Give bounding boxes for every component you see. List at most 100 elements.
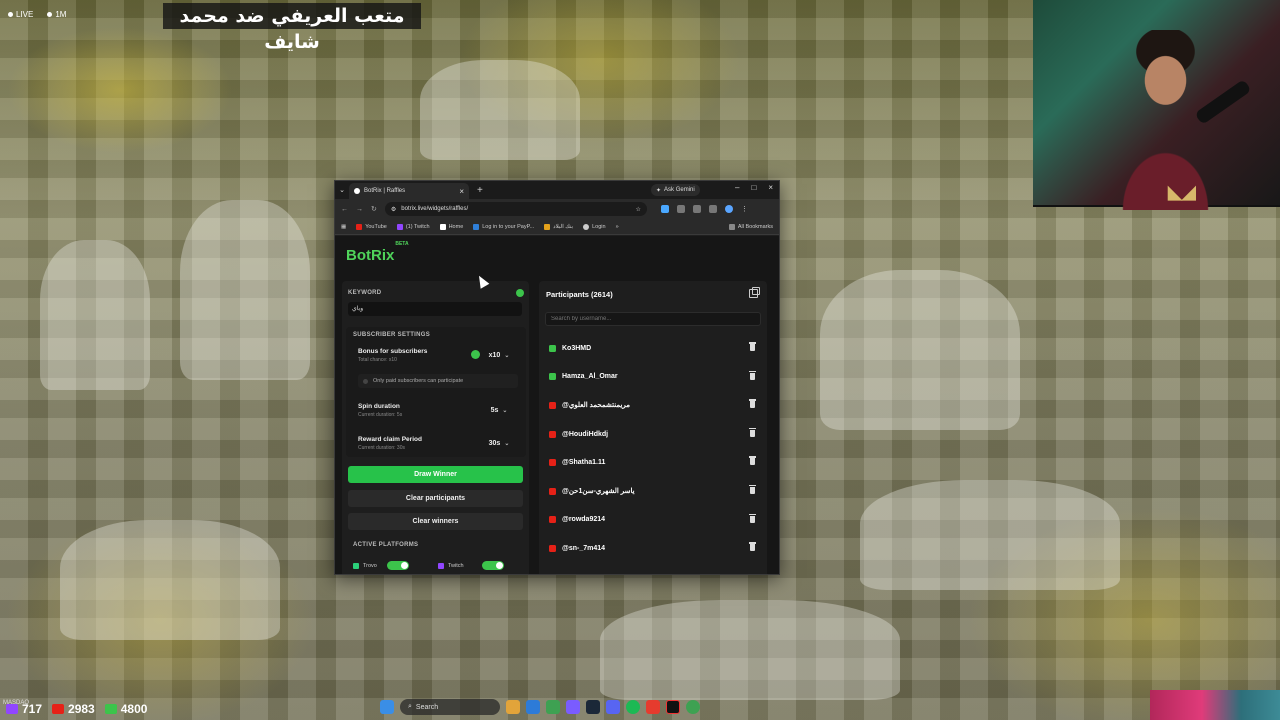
forward-icon[interactable]: → bbox=[356, 206, 363, 213]
participant-name: @HoudiHdkdj bbox=[562, 430, 609, 438]
close-tab-icon[interactable]: × bbox=[459, 187, 464, 196]
browser-tab[interactable]: BotRix | Raffles × bbox=[349, 183, 469, 199]
edge-icon[interactable] bbox=[526, 700, 540, 714]
steam-icon[interactable] bbox=[586, 700, 600, 714]
stat-value: 2983 bbox=[68, 702, 95, 716]
trash-icon[interactable] bbox=[749, 513, 756, 523]
chevron-down-icon: ⌄ bbox=[502, 407, 508, 414]
folder-icon bbox=[728, 223, 735, 230]
keyword-input[interactable]: وياي bbox=[348, 302, 522, 316]
twitch-toggle[interactable] bbox=[481, 561, 504, 570]
botrix-logo: BotRixBETA bbox=[346, 241, 409, 264]
participant-search-input[interactable] bbox=[545, 312, 761, 326]
profile-avatar[interactable] bbox=[724, 205, 733, 213]
twitch-icon bbox=[6, 704, 18, 714]
trash-icon[interactable] bbox=[749, 456, 756, 466]
stat-total: 717 bbox=[6, 702, 42, 716]
botrix-app: BotRixBETA KEYWORD وياي SUBSCRIBER SETTI… bbox=[335, 236, 779, 574]
bookmark-bank[interactable]: بنك البلاد bbox=[544, 223, 573, 230]
chevron-down-icon: ⌄ bbox=[504, 440, 510, 447]
participant-row[interactable]: Hamza_Al_Omar bbox=[545, 363, 761, 392]
participant-row[interactable]: Ko3HMD bbox=[545, 334, 761, 363]
spin-select[interactable]: 5s ⌄ bbox=[480, 403, 518, 417]
trash-icon[interactable] bbox=[749, 542, 756, 552]
paid-only-option[interactable]: Only paid subscribers can participate bbox=[358, 374, 518, 388]
file-explorer-icon[interactable] bbox=[506, 700, 520, 714]
discord-icon[interactable] bbox=[566, 700, 580, 714]
youtube-icon bbox=[356, 223, 363, 230]
trovo-toggle[interactable] bbox=[386, 561, 409, 570]
paypal-icon bbox=[473, 223, 480, 230]
trash-icon[interactable] bbox=[749, 342, 756, 351]
apps-icon[interactable]: ▦ bbox=[341, 224, 346, 230]
chrome-icon[interactable] bbox=[686, 700, 700, 714]
trash-icon[interactable] bbox=[749, 484, 756, 494]
minimize-icon[interactable]: – bbox=[735, 183, 739, 192]
participant-list: Ko3HMD Hamza_Al_Omar @مريمنتشمحمد العلوي @H… bbox=[545, 334, 761, 563]
ask-gemini-button[interactable]: ✦ Ask Gemini bbox=[651, 184, 700, 196]
bookmark-login[interactable]: Login bbox=[583, 223, 606, 230]
chevron-down-icon: ⌄ bbox=[504, 352, 510, 359]
sponsor-banner bbox=[1150, 690, 1280, 720]
menu-icon[interactable]: ⋮ bbox=[741, 205, 748, 213]
participant-name: @Shatha1.11 bbox=[562, 459, 606, 467]
close-window-icon[interactable]: × bbox=[768, 183, 773, 192]
address-bar[interactable]: ⚙ botrix.live/widgets/raffles/ ☆ bbox=[384, 202, 647, 216]
bookmark-home[interactable]: Home bbox=[439, 223, 463, 230]
bonus-select[interactable]: x10 ⌄ bbox=[480, 348, 518, 362]
beta-badge: BETA bbox=[395, 241, 409, 247]
site-info-icon[interactable]: ⚙ bbox=[391, 206, 396, 213]
maximize-icon[interactable]: □ bbox=[751, 183, 756, 192]
bookmark-paypal[interactable]: Log in to your PayP... bbox=[473, 223, 534, 230]
trash-icon[interactable] bbox=[749, 427, 756, 437]
participant-name: Ko3HMD bbox=[562, 344, 592, 352]
copy-icon[interactable] bbox=[749, 287, 760, 298]
app-icon[interactable] bbox=[646, 700, 660, 714]
spotify-icon[interactable] bbox=[626, 700, 640, 714]
clear-participants-button[interactable]: Clear participants bbox=[348, 490, 523, 507]
extension-icon[interactable] bbox=[692, 205, 701, 213]
tiktok-icon[interactable] bbox=[666, 700, 680, 714]
bookmark-youtube[interactable]: YouTube bbox=[356, 223, 387, 230]
raffle-settings-panel: KEYWORD وياي SUBSCRIBER SETTINGS Bonus f… bbox=[342, 281, 529, 574]
bookmark-star-icon[interactable]: ☆ bbox=[635, 206, 640, 213]
bookmark-twitch[interactable]: (1) Twitch bbox=[396, 223, 430, 230]
chrome-icon[interactable] bbox=[546, 700, 560, 714]
globe-icon bbox=[583, 223, 590, 230]
taskbar-search[interactable]: ⌕ Search bbox=[400, 699, 500, 715]
claim-select[interactable]: 30s ⌄ bbox=[480, 436, 518, 450]
taskbar: ⌕ Search bbox=[380, 696, 900, 718]
participant-row[interactable]: @rowda9214 bbox=[545, 506, 761, 535]
youtube-icon bbox=[549, 544, 556, 552]
twitch-icon bbox=[396, 223, 403, 230]
participant-row[interactable]: @Shatha1.11 bbox=[545, 448, 761, 477]
extension-icon[interactable] bbox=[708, 205, 717, 213]
viewer-count: 1M bbox=[55, 10, 67, 19]
back-icon[interactable]: ← bbox=[341, 206, 348, 213]
participant-name: @rowda9214 bbox=[562, 516, 606, 524]
windows-start-icon[interactable] bbox=[380, 700, 394, 714]
tab-list-icon[interactable]: ⌄ bbox=[335, 186, 349, 194]
taskbar-search-label: Search bbox=[415, 703, 439, 711]
extension-icon[interactable] bbox=[676, 205, 685, 213]
participant-row[interactable]: @sn-_7m414 bbox=[545, 534, 761, 563]
participant-row[interactable]: @HoudiHdkdj bbox=[545, 420, 761, 449]
all-bookmarks[interactable]: All Bookmarks bbox=[728, 223, 779, 230]
participant-row[interactable]: @ياسر الشهري-سن1حن bbox=[545, 477, 761, 506]
extension-icon[interactable] bbox=[660, 205, 669, 213]
brand-name: BotRix bbox=[346, 247, 395, 264]
more-bookmarks-icon[interactable]: » bbox=[616, 224, 619, 230]
trash-icon[interactable] bbox=[749, 370, 756, 380]
bonus-enabled-icon[interactable] bbox=[471, 350, 480, 359]
participant-row[interactable]: @مريمنتشمحمد العلوي bbox=[545, 391, 761, 420]
app-icon[interactable] bbox=[606, 700, 620, 714]
url-text: botrix.live/widgets/raffles/ bbox=[401, 206, 469, 212]
trash-icon[interactable] bbox=[749, 399, 756, 409]
new-tab-icon[interactable]: + bbox=[477, 185, 483, 196]
draw-winner-button[interactable]: Draw Winner bbox=[348, 466, 523, 483]
paid-only-label: Only paid subscribers can participate bbox=[373, 378, 464, 384]
youtube-icon bbox=[549, 401, 556, 409]
bonus-value: x10 bbox=[488, 351, 501, 359]
clear-winners-button[interactable]: Clear winners bbox=[348, 513, 523, 530]
reload-icon[interactable]: ↻ bbox=[371, 205, 377, 213]
